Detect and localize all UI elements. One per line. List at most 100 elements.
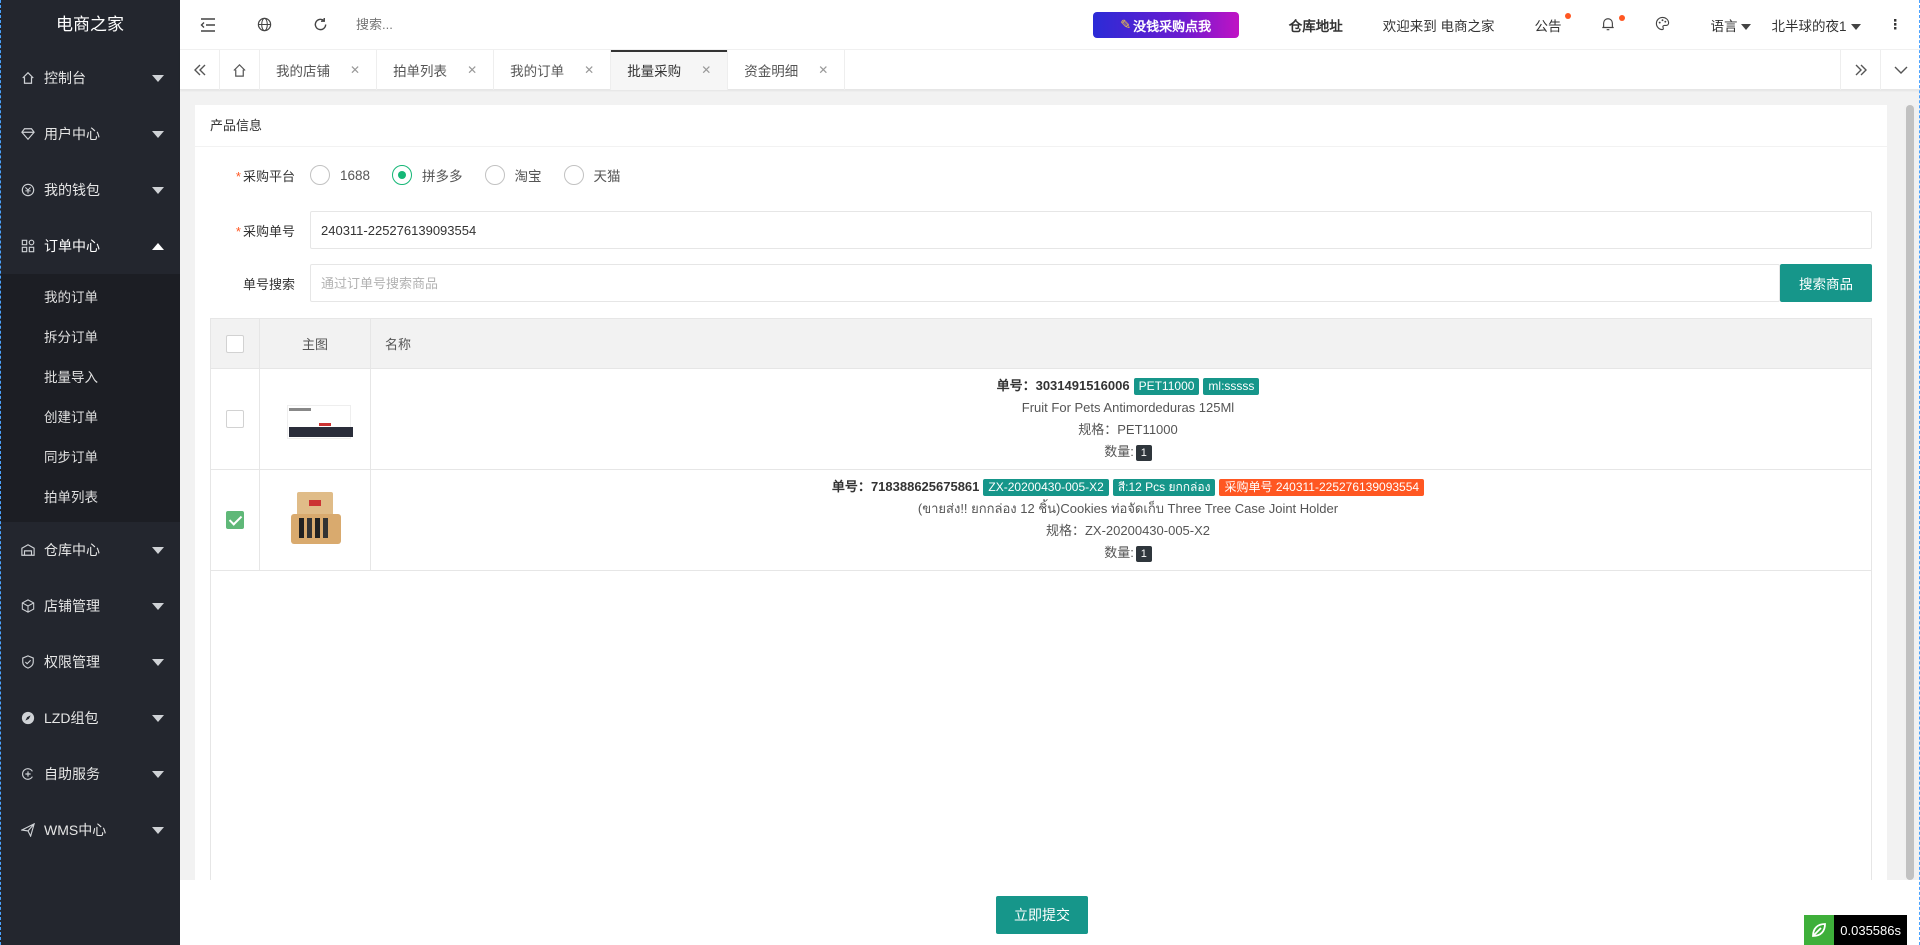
sidebar-item-label: 权限管理 [44,654,100,670]
order-no-input[interactable] [310,211,1872,249]
platform-radio-1688[interactable]: 1688 [310,165,370,185]
sidebar-item-order-center[interactable]: 订单中心 [0,218,180,274]
row-checkbox[interactable] [226,511,244,529]
close-icon[interactable]: ✕ [701,63,711,77]
platform-label: * 采购平台 [195,166,310,185]
sidebar-item-label: 控制台 [44,70,86,86]
close-icon[interactable]: ✕ [467,63,477,77]
order-no-label-text: 采购单号 [242,223,295,239]
radio-circle [563,165,584,185]
spec-label: 规格： [1078,422,1118,437]
promo-text: 没钱采购点我 [1133,18,1212,34]
tab-bulk-purchase[interactable]: 批量采购 ✕ [611,50,729,90]
content-scrollbar[interactable] [1904,105,1916,880]
tab-my-store[interactable]: 我的店铺 ✕ [260,50,378,90]
user-name: 北半球的夜1 [1771,19,1847,34]
sidebar-subitem-bulk-import[interactable]: 批量导入 [0,358,180,398]
sidebar-item-self-service[interactable]: 自助服务 [0,746,180,802]
notice-link[interactable]: 公告 [1534,13,1572,35]
qty-label: 数量: [1104,444,1134,459]
platform-label-text: 采购平台 [242,168,295,184]
chevron-down-icon [152,659,164,666]
order-line: 单号： 718388625675861 ZX-20200430-005-X2 สี:1… [832,476,1425,498]
tabs-scroll-left-icon[interactable] [180,50,220,90]
qty-label: 数量: [1104,545,1134,560]
spec-value: PET11000 [1117,422,1178,437]
platform-radio-taobao[interactable]: 淘宝 [484,165,542,185]
order-search-input[interactable] [310,264,1780,302]
platform-radio-tmall[interactable]: 天猫 [563,165,621,185]
sidebar-item-console[interactable]: 控制台 [0,50,180,106]
sidebar-item-lzd-package[interactable]: LZD组包 [0,690,180,746]
row-checkbox-cell [211,369,260,469]
tab-home[interactable] [220,50,260,90]
warehouse-address-link[interactable]: 仓库地址 [1289,15,1343,35]
sidebar-item-label: 订单中心 [44,238,100,254]
sidebar-subitem-create-order[interactable]: 创建订单 [0,398,180,438]
page-tabs: 我的店铺 ✕ 拍单列表 ✕ 我的订单 ✕ 批量采购 ✕ 资金明细 ✕ [180,50,1920,90]
notification-bell[interactable] [1601,14,1626,34]
sidebar-subitem-split-orders[interactable]: 拆分订单 [0,318,180,358]
sidebar-subitem-purchase-list[interactable]: 拍单列表 [0,478,180,518]
order-no-row: * 采购单号 [195,211,1872,249]
row-checkbox[interactable] [226,410,244,428]
product-info-card: 产品信息 *采购平台 1688 拼多多 淘宝 天猫 *采购单号 单号搜索 搜索商… [195,105,1887,880]
spec-label: 规格： [1045,523,1085,538]
order-no-label: * 采购单号 [195,221,310,240]
chevron-down-icon [152,547,164,554]
tabs-dropdown-icon[interactable] [1880,50,1920,90]
sidebar-subitem-sync-orders[interactable]: 同步订单 [0,438,180,478]
radio-circle [392,165,413,185]
card-title: 产品信息 [195,105,1887,147]
theme-icon[interactable] [1655,16,1670,34]
tab-label: 资金明细 [744,64,799,79]
debug-timer[interactable]: 0.035586s [1804,915,1907,945]
sidebar-subitem-my-orders[interactable]: 我的订单 [0,278,180,318]
product-table: 主图 名称 单号： 3031491516006 PET11000 ml:sssss F… [210,318,1872,880]
menu-toggle-icon[interactable] [180,0,236,50]
product-thumbnail[interactable] [279,383,353,455]
sidebar-item-warehouse[interactable]: 仓库中心 [0,522,180,578]
table-header: 主图 名称 [211,319,1871,369]
header-search-input[interactable] [356,9,656,40]
qty-badge: 1 [1135,445,1152,461]
tab-purchase-list[interactable]: 拍单列表 ✕ [377,50,495,90]
refresh-icon[interactable] [292,0,348,50]
sidebar-item-permissions[interactable]: 权限管理 [0,634,180,690]
order-number: 718388625675861 [870,479,980,494]
close-icon[interactable]: ✕ [584,63,594,77]
sidebar-item-wms-center[interactable]: WMS中心 [0,802,180,858]
radio-label: 拼多多 [422,169,463,184]
row-info-cell: 单号： 718388625675861 ZX-20200430-005-X2 สี:1… [371,470,1871,570]
tabs-scroll-right-icon[interactable] [1840,50,1880,90]
globe-icon[interactable] [236,0,292,50]
sidebar-item-label: 店铺管理 [44,598,100,614]
search-products-button[interactable]: 搜索商品 [1780,264,1872,302]
language-dropdown[interactable]: 语言 [1710,15,1752,35]
sidebar-item-wallet[interactable]: 我的钱包 [0,162,180,218]
product-thumbnail[interactable] [279,484,351,556]
chevron-down-icon [152,603,164,610]
promo-banner[interactable]: ✎ 没钱采购点我 [1092,12,1239,38]
cube-icon [20,598,36,614]
close-icon[interactable]: ✕ [818,63,828,77]
sidebar-item-store-management[interactable]: 店铺管理 [0,578,180,634]
language-label: 语言 [1710,19,1738,34]
top-header: ✎没钱采购点我 仓库地址 欢迎来到 电商之家 公告 语言 北半球的夜1 ⋮ [180,0,1920,50]
tab-my-orders[interactable]: 我的订单 ✕ [494,50,612,90]
platform-radio-pinduoduo[interactable]: 拼多多 [392,165,463,185]
order-line: 单号： 3031491516006 PET11000 ml:sssss [997,375,1260,397]
tab-fund-details[interactable]: 资金明细 ✕ [728,50,846,90]
select-all-checkbox[interactable] [226,334,244,353]
tab-label: 我的店铺 [276,64,330,79]
scrollbar-thumb[interactable] [1906,105,1914,880]
more-vertical-icon[interactable]: ⋮ [1889,17,1903,33]
sidebar-item-user-center[interactable]: 用户中心 [0,106,180,162]
close-icon[interactable]: ✕ [350,63,360,77]
user-menu[interactable]: 北半球的夜1 [1771,15,1861,35]
app-logo[interactable]: 电商之家 [0,0,180,50]
service-icon [20,766,36,782]
sidebar-item-label: 仓库中心 [44,542,100,558]
caret-down-icon [1850,24,1861,31]
submit-button[interactable]: 立即提交 [996,896,1088,934]
